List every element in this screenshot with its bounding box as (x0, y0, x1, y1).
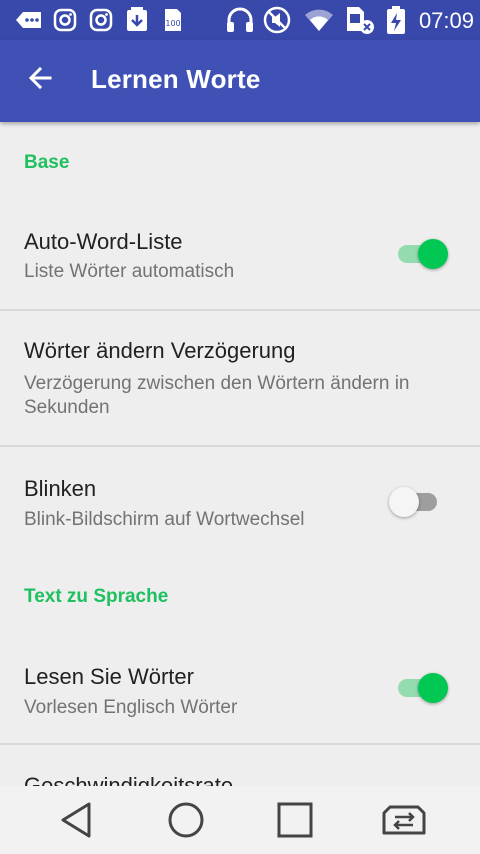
download-icon (125, 6, 149, 34)
nav-recents-button[interactable] (271, 800, 319, 844)
setting-auto-word-list[interactable]: Auto-Word-Liste Liste Wörter automatisch (0, 208, 480, 310)
sim-off-icon (344, 6, 376, 34)
setting-summary: Liste Wörter automatisch (24, 261, 235, 282)
setting-summary: Verzögerung zwischen den Wörtern ändern … (24, 373, 410, 418)
setting-speech-rate[interactable]: Geschwindigkeitsrate (0, 745, 480, 786)
battery-charging-icon (386, 6, 406, 34)
storage-icon: 100 (162, 6, 184, 34)
page-title: Lernen Worte (91, 64, 261, 94)
nav-switch-app-button[interactable] (380, 800, 428, 844)
setting-title: Blinken (24, 476, 97, 501)
setting-title: Geschwindigkeitsrate (24, 773, 234, 786)
setting-word-delay[interactable]: Wörter ändern Verzögerung Verzögerung zw… (0, 311, 480, 445)
read-words-switch[interactable] (394, 671, 450, 705)
headphones-icon (225, 6, 255, 34)
arrow-back-icon (26, 64, 54, 97)
settings-list: Base Auto-Word-Liste Liste Wörter automa… (0, 122, 480, 786)
navigation-bar (0, 786, 480, 854)
instagram-icon (53, 6, 77, 34)
auto-word-list-switch[interactable] (394, 237, 450, 271)
back-button[interactable] (22, 62, 58, 98)
back-triangle-icon (58, 801, 94, 844)
switch-app-icon (381, 803, 427, 842)
category-text-to-speech: Text zu Sprache (24, 586, 169, 607)
status-bar: 100 07:09 (0, 0, 480, 40)
category-base: Base (24, 152, 70, 173)
recents-square-icon (277, 802, 313, 843)
mute-icon (262, 6, 292, 34)
setting-blink[interactable]: Blinken Blink-Bildschirm auf Wortwechsel (0, 447, 480, 557)
wifi-icon (303, 6, 335, 34)
blink-switch[interactable] (389, 485, 445, 519)
message-icon (14, 6, 44, 34)
home-circle-icon (167, 801, 205, 844)
nav-home-button[interactable] (162, 800, 210, 844)
setting-title: Lesen Sie Wörter (24, 664, 194, 689)
app-bar: Lernen Worte (0, 40, 480, 122)
setting-read-words[interactable]: Lesen Sie Wörter Vorlesen Englisch Wörte… (0, 642, 480, 744)
setting-title: Wörter ändern Verzögerung (24, 338, 296, 363)
status-time: 07:09 (418, 8, 474, 33)
setting-summary: Vorlesen Englisch Wörter (24, 697, 238, 718)
setting-title: Auto-Word-Liste (24, 229, 183, 254)
nav-back-button[interactable] (52, 800, 100, 844)
instagram-icon (89, 6, 113, 34)
svg-text:100: 100 (165, 19, 180, 28)
